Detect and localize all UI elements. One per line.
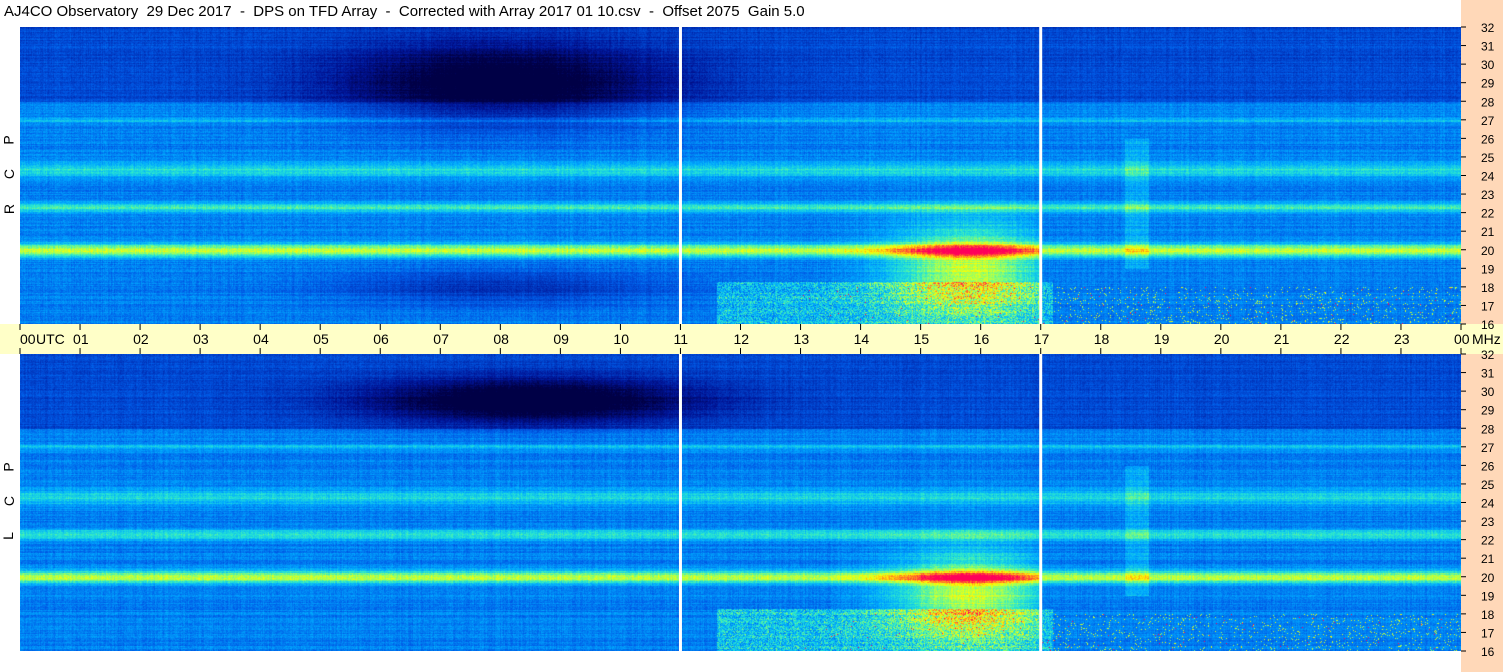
lcp-label-p: L [0, 532, 16, 540]
rcp-label-r: P [0, 135, 17, 145]
rcp-label-p: R [1, 203, 18, 215]
lcp-label-l: P [0, 462, 17, 472]
time-axis [0, 324, 1503, 354]
rcp-label-c: C [1, 168, 18, 180]
chart-title: AJ4CO Observatory 29 Dec 2017 - DPS on T… [4, 3, 805, 20]
lcp-label-c: C [1, 495, 18, 507]
rcp-spectrogram [20, 27, 1461, 324]
lcp-spectrogram [20, 354, 1461, 651]
